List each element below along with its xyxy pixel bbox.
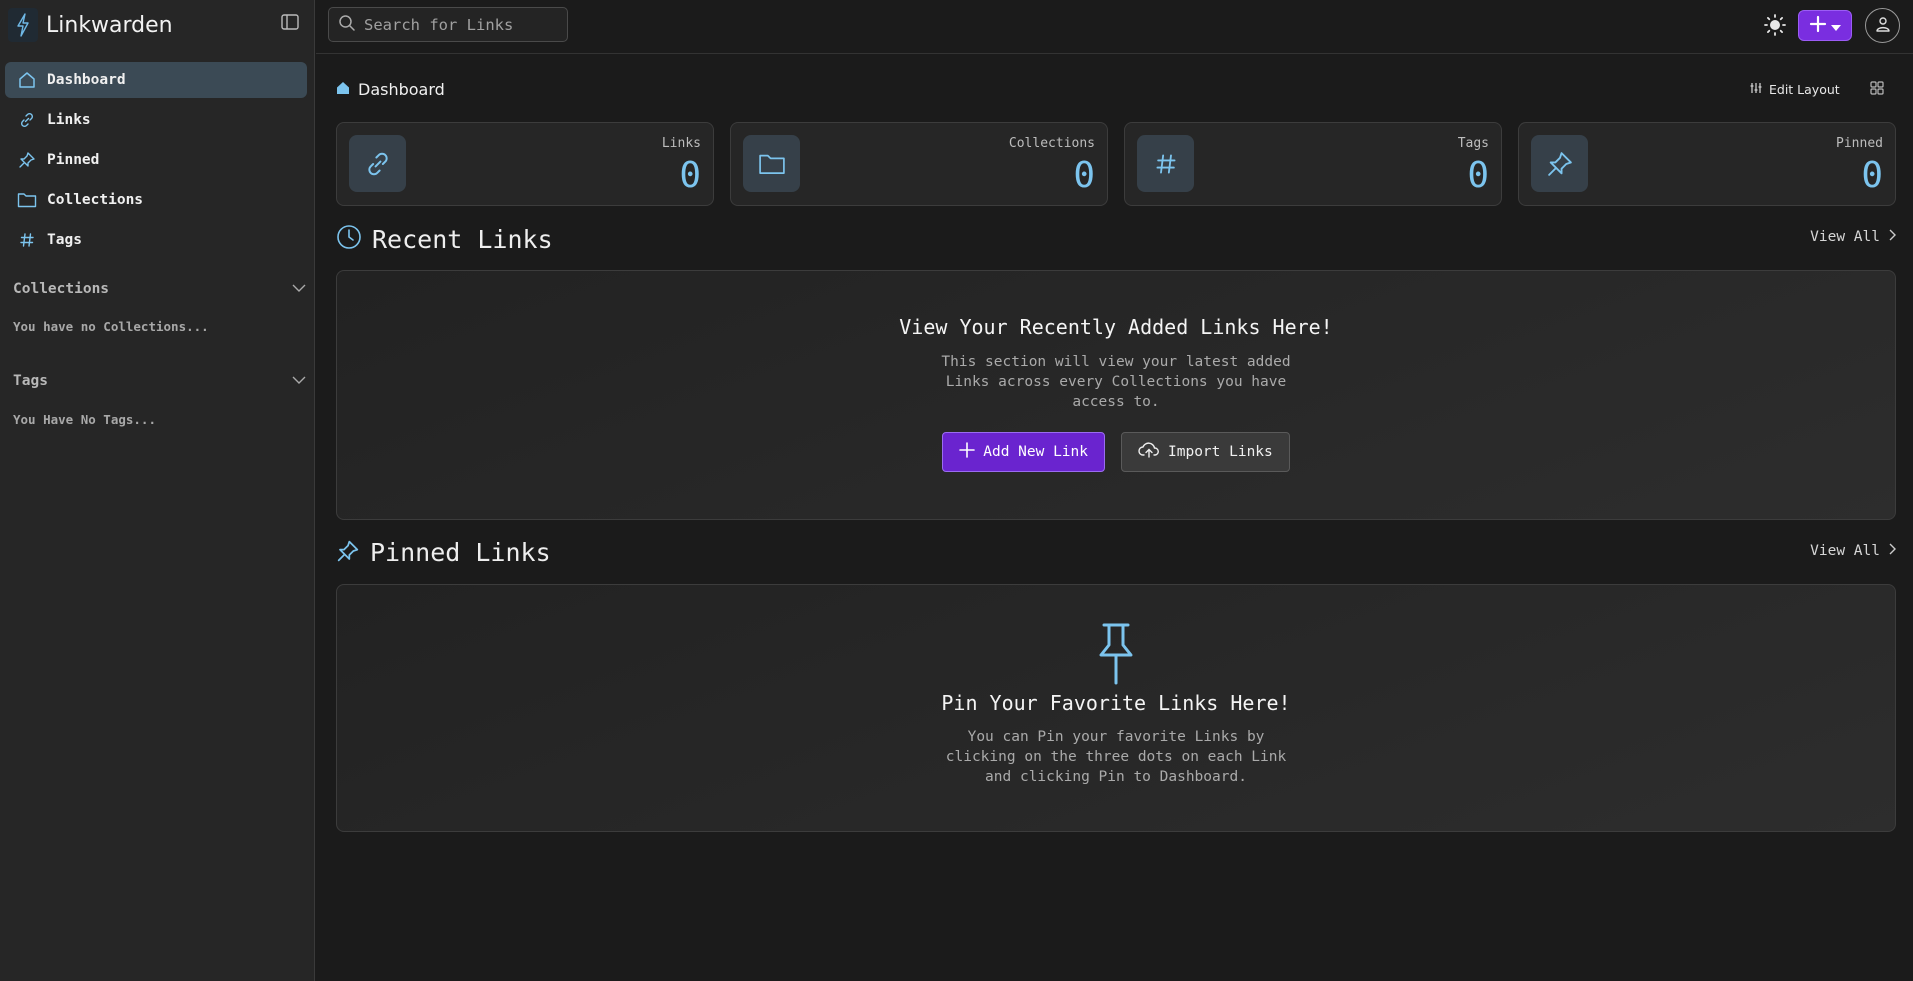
tags-heading: Tags <box>13 373 48 389</box>
pinned-empty-title: Pin Your Favorite Links Here! <box>941 691 1291 715</box>
pinned-links-header: Pinned Links <box>336 538 551 567</box>
pinned-links-empty-panel: Pin Your Favorite Links Here! You can Pi… <box>336 584 1896 832</box>
collections-heading: Collections <box>13 281 110 297</box>
recent-actions: Add New Link Import Links <box>337 432 1895 472</box>
view-all-label: View All <box>1810 229 1880 245</box>
search-box[interactable] <box>328 7 568 42</box>
recent-view-all-link[interactable]: View All <box>1810 229 1896 245</box>
chevron-down-icon <box>291 373 307 389</box>
stat-card-tags: Tags 0 <box>1124 122 1502 206</box>
sidebar-item-collections[interactable]: Collections <box>5 182 307 218</box>
pinned-empty-text: You can Pin your favorite Links by click… <box>945 729 1287 785</box>
new-item-dropdown-button[interactable] <box>1798 10 1852 41</box>
link-icon <box>349 135 406 192</box>
sliders-icon <box>1749 82 1763 97</box>
pushpin-icon <box>337 623 1895 685</box>
search-input[interactable] <box>364 15 554 34</box>
home-icon <box>336 80 350 99</box>
edit-layout-label: Edit Layout <box>1769 82 1840 97</box>
home-icon <box>17 70 37 90</box>
folder-icon <box>743 135 800 192</box>
recent-empty-title: View Your Recently Added Links Here! <box>899 315 1333 339</box>
user-icon <box>1875 16 1891 36</box>
sidebar-tags-section: Tags You Have No Tags... <box>13 373 307 427</box>
view-all-label: View All <box>1810 543 1880 559</box>
stat-label: Tags <box>1457 136 1489 151</box>
chevron-right-icon <box>1888 543 1896 559</box>
import-links-label: Import Links <box>1168 444 1273 460</box>
add-new-link-label: Add New Link <box>983 444 1088 460</box>
recent-links-header: Recent Links <box>336 224 553 254</box>
tags-empty-text: You Have No Tags... <box>13 412 156 427</box>
sidebar-item-links[interactable]: Links <box>5 102 307 138</box>
brand[interactable]: Linkwarden <box>8 8 173 42</box>
sidebar-item-label: Tags <box>47 232 82 248</box>
recent-links-empty-panel: View Your Recently Added Links Here! Thi… <box>336 270 1896 520</box>
sidebar-item-label: Collections <box>47 192 144 208</box>
grid-view-icon[interactable] <box>1870 81 1884 99</box>
tags-toggle[interactable]: Tags <box>13 373 307 389</box>
sidebar-item-label: Links <box>47 112 91 128</box>
sidebar: Linkwarden Dashboard Links Pinned Collec… <box>0 0 315 981</box>
topbar <box>316 0 1913 54</box>
stat-label: Collections <box>1008 136 1095 151</box>
pin-icon <box>17 150 37 170</box>
stat-value: 0 <box>679 155 701 196</box>
sidebar-item-pinned[interactable]: Pinned <box>5 142 307 178</box>
sidebar-item-label: Dashboard <box>47 72 126 88</box>
app-name: Linkwarden <box>46 12 173 38</box>
pin-icon <box>336 539 360 567</box>
page-title: Dashboard <box>358 80 445 99</box>
stat-card-collections: Collections 0 <box>730 122 1108 206</box>
sidebar-item-tags[interactable]: Tags <box>5 222 307 258</box>
pinned-links-title: Pinned Links <box>370 538 551 567</box>
stats-row: Links 0 Collections 0 Tags 0 Pinned 0 <box>336 122 1896 206</box>
add-new-link-button[interactable]: Add New Link <box>942 432 1105 472</box>
stat-label: Links <box>661 136 701 151</box>
stat-card-pinned: Pinned 0 <box>1518 122 1896 206</box>
pin-icon <box>1531 135 1588 192</box>
stat-card-links: Links 0 <box>336 122 714 206</box>
recent-links-title: Recent Links <box>372 224 553 254</box>
stat-label: Pinned <box>1836 136 1883 151</box>
import-links-button[interactable]: Import Links <box>1121 432 1290 472</box>
sidebar-toggle-icon[interactable] <box>281 14 301 32</box>
search-icon <box>338 14 356 36</box>
clock-icon <box>336 224 362 254</box>
hash-icon <box>1137 135 1194 192</box>
caret-down-icon <box>1831 17 1841 35</box>
linkwarden-logo-icon <box>8 8 38 42</box>
plus-icon <box>959 442 976 462</box>
sidebar-item-dashboard[interactable]: Dashboard <box>5 62 307 98</box>
recent-empty-text: This section will view your latest added… <box>941 354 1291 410</box>
folder-icon <box>17 190 37 210</box>
collections-toggle[interactable]: Collections <box>13 281 307 297</box>
stat-value: 0 <box>1467 155 1489 196</box>
cloud-upload-icon <box>1138 441 1160 463</box>
hash-icon <box>17 230 37 250</box>
plus-icon <box>1809 15 1827 37</box>
sidebar-item-label: Pinned <box>47 152 100 168</box>
link-icon <box>17 110 37 130</box>
edit-layout-button[interactable]: Edit Layout <box>1749 82 1840 97</box>
sidebar-collections-section: Collections You have no Collections... <box>13 281 307 334</box>
chevron-right-icon <box>1888 229 1896 245</box>
stat-value: 0 <box>1861 155 1883 196</box>
sidebar-nav: Dashboard Links Pinned Collections Tags <box>5 62 307 262</box>
collections-empty-text: You have no Collections... <box>13 319 209 334</box>
theme-toggle-sun-icon[interactable] <box>1763 13 1787 37</box>
breadcrumb: Dashboard <box>336 80 445 99</box>
chevron-down-icon <box>291 281 307 297</box>
user-menu-avatar[interactable] <box>1865 8 1900 43</box>
stat-value: 0 <box>1073 155 1095 196</box>
pinned-view-all-link[interactable]: View All <box>1810 543 1896 559</box>
